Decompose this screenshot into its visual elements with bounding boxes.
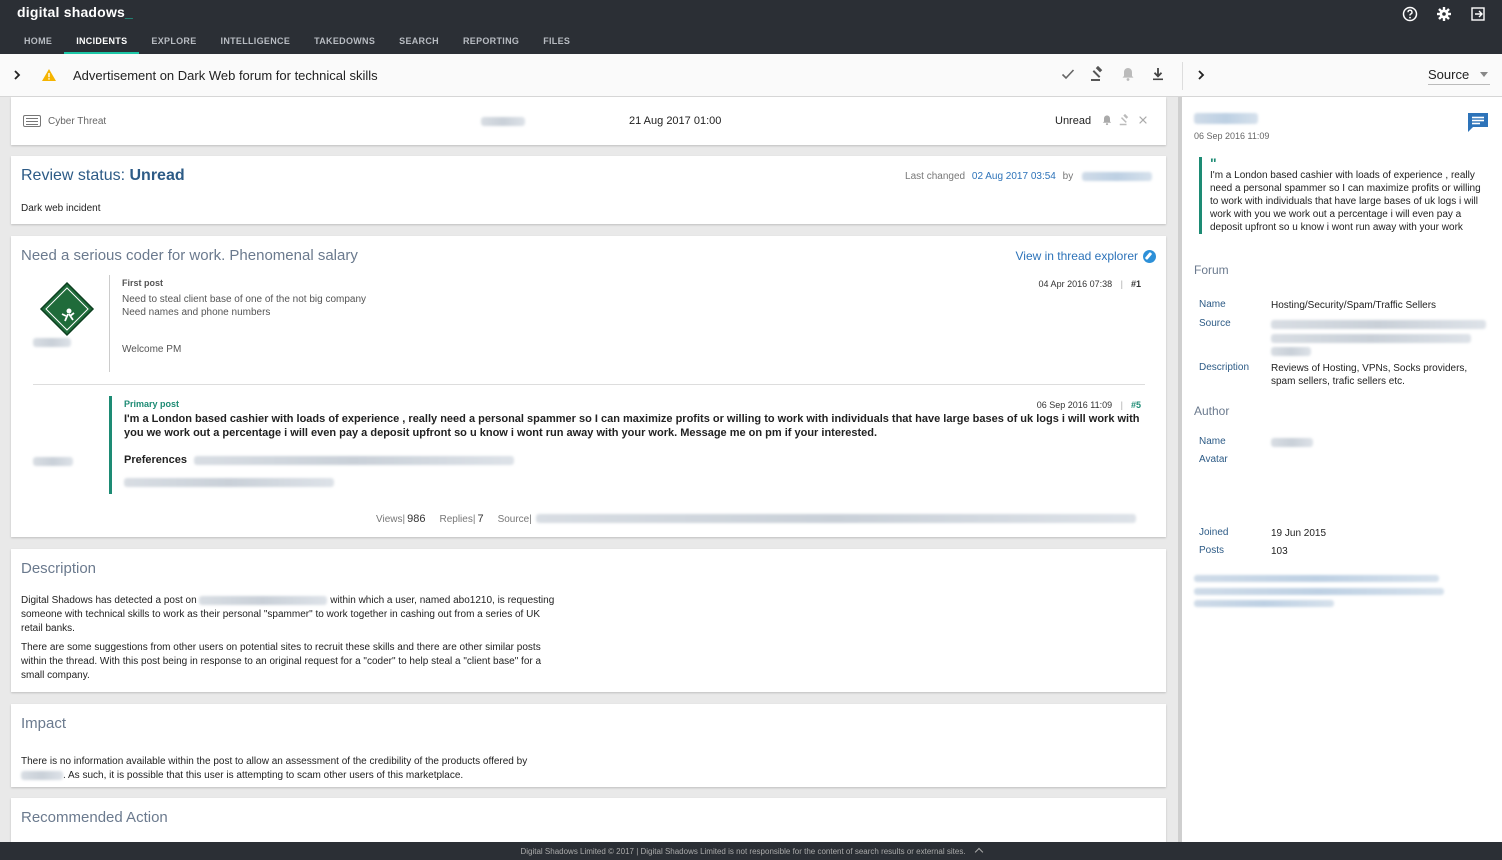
review-body: Dark web incident (21, 203, 101, 214)
review-status-heading: Review status: Unread (21, 167, 185, 184)
post-divider (33, 384, 1145, 385)
keyboard-icon (23, 115, 41, 127)
primary-post-meta: 06 Sep 2016 11:09 | #5 (1036, 400, 1141, 410)
thread-stats: Views| 986 Replies| 7 Source| (376, 513, 1136, 525)
author-heading: Author (1194, 404, 1230, 418)
gavel-icon[interactable] (1119, 114, 1131, 126)
incident-date: 21 Aug 2017 01:00 (629, 115, 722, 127)
incident-titlebar: Advertisement on Dark Web forum for tech… (0, 54, 1502, 97)
primary-post-label: Primary post (124, 399, 180, 409)
titlebar-divider (1182, 62, 1183, 90)
redacted-url (124, 477, 334, 487)
redacted-username (33, 457, 73, 466)
expand-left-chevron-icon[interactable] (10, 68, 24, 82)
tab-takedowns[interactable]: TAKEDOWNS (302, 30, 387, 54)
bell-icon[interactable] (1120, 66, 1136, 82)
close-icon[interactable] (1137, 114, 1149, 126)
redacted-author (1194, 113, 1258, 124)
post-date: 06 Sep 2016 11:09 (1194, 131, 1270, 141)
redacted-preferences (194, 455, 515, 465)
tab-incidents[interactable]: INCIDENTS (64, 30, 140, 54)
footer: Digital Shadows Limited © 2017 | Digital… (0, 842, 1502, 860)
incident-status: Unread (1055, 115, 1092, 127)
post-quote: " I'm a London based cashier with loads o… (1199, 155, 1489, 234)
impact-heading: Impact (21, 715, 67, 732)
first-post-line: Welcome PM (122, 344, 182, 355)
bell-icon[interactable] (1101, 114, 1113, 126)
source-panel: 06 Sep 2016 11:09 " I'm a London based ca… (1182, 97, 1502, 842)
gear-icon[interactable] (1436, 6, 1452, 22)
tab-home[interactable]: HOME (12, 30, 64, 54)
tab-explore[interactable]: EXPLORE (139, 30, 208, 54)
main-nav: HOME INCIDENTS EXPLORE INTELLIGENCE TAKE… (12, 30, 582, 54)
impact-card: Impact There is no information available… (11, 704, 1166, 787)
first-post-meta: 04 Apr 2016 07:38 | #1 (1038, 279, 1141, 289)
posts-count: 103 (1271, 546, 1288, 557)
redacted-user (1082, 171, 1152, 181)
source-dropdown[interactable]: Source (1428, 67, 1490, 85)
avatar (39, 281, 95, 337)
help-icon[interactable] (1402, 6, 1418, 22)
chat-icon[interactable] (1466, 111, 1490, 133)
tab-intelligence[interactable]: INTELLIGENCE (209, 30, 303, 54)
thread-card: Need a serious coder for work. Phenomena… (11, 236, 1166, 537)
quote-icon: " (1210, 155, 1217, 171)
redacted-id (481, 117, 525, 126)
expand-right-chevron-icon[interactable] (1194, 68, 1208, 82)
recommended-action-heading: Recommended Action (21, 809, 168, 826)
primary-post: Primary post 06 Sep 2016 11:09 | #5 I'm a… (109, 396, 1149, 494)
chevron-down-icon (1480, 72, 1488, 77)
last-changed-info: Last changed 02 Aug 2017 03:54 by (905, 171, 1152, 182)
joined-date: 19 Jun 2015 (1271, 528, 1327, 539)
incident-title: Advertisement on Dark Web forum for tech… (73, 68, 378, 83)
first-post-line: Need names and phone numbers (122, 307, 271, 318)
forum-description: Reviews of Hosting, VPNs, Socks provider… (1271, 363, 1468, 387)
description-heading: Description (21, 560, 97, 577)
incident-category: Cyber Threat (48, 116, 107, 127)
description-paragraph: There are some suggestions from other us… (21, 642, 542, 681)
forum-heading: Forum (1194, 263, 1229, 277)
forum-name: Hosting/Security/Spam/Traffic Sellers (1271, 300, 1437, 311)
tab-files[interactable]: FILES (531, 30, 582, 54)
check-icon[interactable] (1060, 66, 1076, 82)
last-changed-date-link[interactable]: 02 Aug 2017 03:54 (972, 171, 1056, 182)
redacted-username (33, 338, 71, 347)
preferences-line: Preferences (124, 454, 1149, 466)
view-thread-explorer-link[interactable]: View in thread explorer (1015, 249, 1156, 263)
primary-post-text: I'm a London based cashier with loads of… (124, 413, 1140, 439)
redacted-source-url[interactable] (535, 514, 1136, 524)
tab-reporting[interactable]: REPORTING (451, 30, 531, 54)
incident-summary-row[interactable]: Cyber Threat 21 Aug 2017 01:00 Unread (11, 97, 1166, 145)
gavel-icon[interactable] (1090, 66, 1106, 82)
warning-icon (42, 69, 56, 81)
review-status-value: Unread (129, 167, 185, 184)
logout-icon[interactable] (1470, 6, 1486, 22)
recommended-action-card: Recommended Action (11, 798, 1166, 842)
app-logo[interactable]: digital shadows_ (17, 4, 133, 20)
replies-count: 7 (477, 513, 484, 525)
redacted-username (21, 770, 63, 780)
description-card: Description Digital Shadows has detected… (11, 549, 1166, 692)
views-count: 986 (407, 513, 426, 525)
tab-search[interactable]: SEARCH (387, 30, 451, 54)
top-navbar: digital shadows_ HOME INCIDENTS EXPLORE … (0, 0, 1502, 54)
compass-icon (1143, 249, 1156, 263)
first-post-label: First post (122, 278, 164, 288)
chevron-up-icon[interactable] (974, 847, 983, 857)
thread-title: Need a serious coder for work. Phenomena… (21, 247, 358, 264)
download-icon[interactable] (1150, 66, 1166, 82)
first-post-line: Need to steal client base of one of the … (122, 294, 367, 305)
review-status-card: Review status: Unread Last changed 02 Au… (11, 156, 1166, 224)
incident-detail: Cyber Threat 21 Aug 2017 01:00 Unread Re… (0, 97, 1178, 842)
description-paragraph: Digital Shadows has detected a post on w… (21, 595, 555, 634)
redacted-forum-name (199, 595, 328, 605)
impact-paragraph: There is no information available within… (21, 756, 528, 781)
first-post: First post 04 Apr 2016 07:38 | #1 Need to… (109, 275, 1149, 372)
redacted-profile-url[interactable] (1194, 572, 1444, 608)
